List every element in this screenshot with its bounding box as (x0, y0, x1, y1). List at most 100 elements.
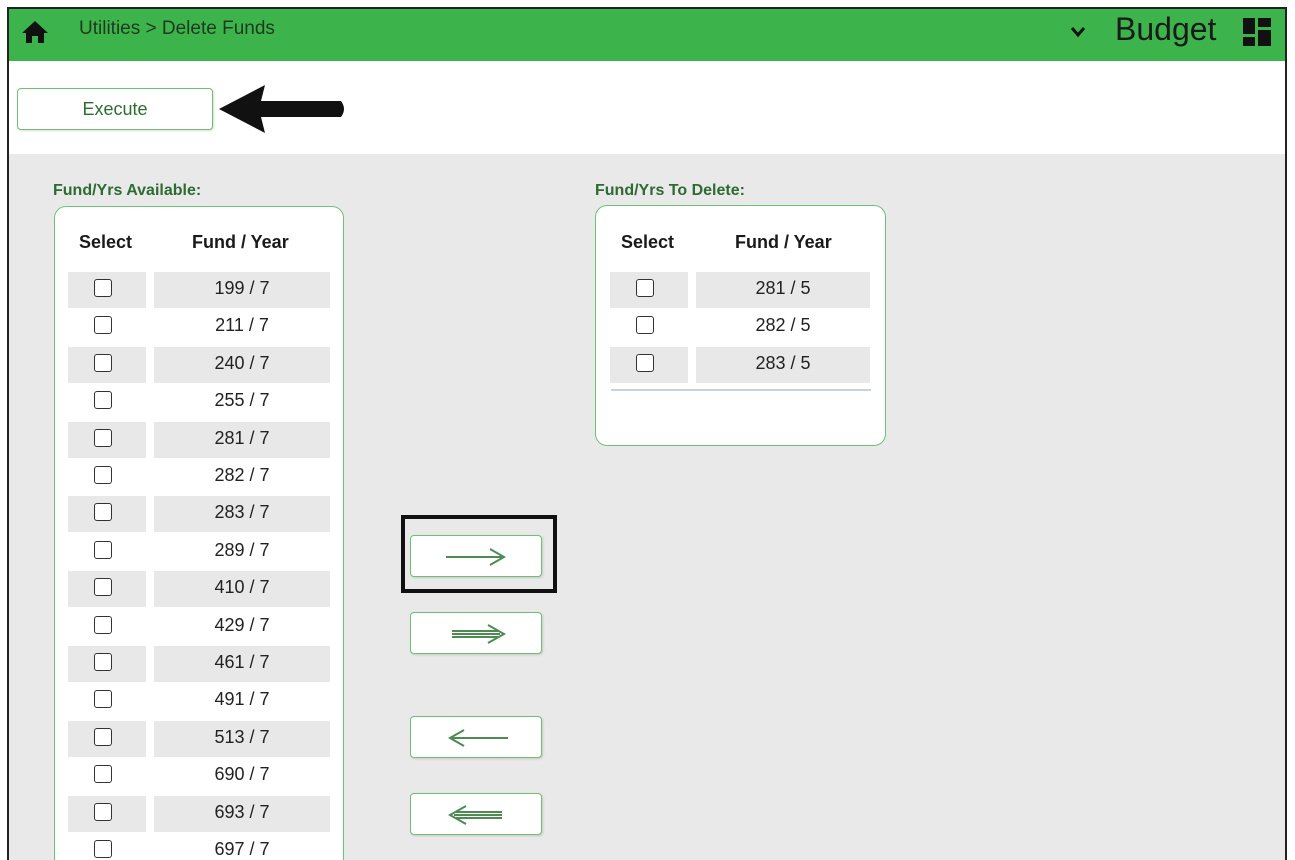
available-row: 690 / 7 (55, 758, 343, 794)
available-fund-cell: 255 / 7 (154, 384, 330, 420)
available-row: 693 / 7 (55, 795, 343, 832)
available-fund-cell: 491 / 7 (154, 683, 330, 719)
available-fund-year: 281 / 7 (214, 427, 270, 448)
available-fund-cell: 240 / 7 (154, 346, 330, 383)
available-row: 255 / 7 (55, 384, 343, 420)
available-row: 211 / 7 (55, 309, 343, 345)
available-select-cell (68, 833, 146, 860)
available-select-checkbox[interactable] (94, 727, 112, 746)
available-select-cell (68, 795, 146, 832)
available-fund-year: 211 / 7 (215, 315, 269, 336)
available-fund-year: 461 / 7 (214, 652, 270, 672)
available-row: 283 / 7 (55, 496, 343, 533)
available-fund-year: 429 / 7 (214, 614, 270, 635)
top-bar: Utilities > Delete Funds Budget (9, 9, 1285, 61)
available-row: 289 / 7 (55, 534, 343, 570)
available-fund-cell: 410 / 7 (154, 571, 330, 608)
available-label: Fund/Yrs Available: (53, 182, 202, 199)
to-delete-select-checkbox[interactable] (636, 316, 654, 335)
available-fund-year: 513 / 7 (214, 726, 270, 747)
available-select-checkbox[interactable] (94, 840, 112, 858)
available-select-checkbox[interactable] (94, 802, 112, 821)
available-fund-year: 289 / 7 (214, 539, 270, 560)
available-select-checkbox[interactable] (94, 503, 112, 522)
to-delete-select-cell (610, 309, 688, 345)
available-select-cell (68, 571, 146, 608)
available-select-checkbox[interactable] (94, 765, 112, 784)
to-delete-fund-cell: 281 / 5 (696, 272, 870, 308)
available-select-checkbox[interactable] (94, 615, 112, 634)
available-select-checkbox[interactable] (94, 690, 112, 709)
available-fund-cell: 281 / 7 (154, 421, 330, 458)
available-select-checkbox[interactable] (94, 391, 112, 410)
available-fund-cell: 697 / 7 (154, 833, 330, 860)
to-delete-fund-year: 283 / 5 (755, 352, 811, 373)
available-select-cell (68, 272, 146, 308)
available-fund-year: 240 / 7 (214, 352, 270, 373)
available-select-checkbox[interactable] (94, 578, 112, 597)
available-select-checkbox[interactable] (94, 316, 112, 335)
available-fund-cell: 199 / 7 (154, 272, 330, 308)
to-delete-fund-cell: 283 / 5 (696, 346, 870, 383)
to-delete-fund-cell: 282 / 5 (696, 309, 870, 345)
to-delete-row: 282 / 5 (596, 309, 885, 345)
to-delete-select-checkbox[interactable] (636, 353, 654, 372)
to-delete-panel: Select Fund / Year 281 / 5 282 / 5 283 / 5 (595, 205, 886, 446)
to-delete-select-cell (610, 346, 688, 383)
available-fund-cell: 513 / 7 (154, 720, 330, 757)
dashboard-grid-icon[interactable] (1242, 17, 1272, 47)
available-fund-year: 282 / 7 (214, 465, 270, 485)
available-fund-cell: 429 / 7 (154, 609, 330, 645)
available-select-checkbox[interactable] (94, 466, 112, 484)
available-row: 513 / 7 (55, 720, 343, 757)
available-fund-year: 491 / 7 (214, 689, 270, 710)
home-icon[interactable] (21, 20, 49, 44)
chevron-down-icon[interactable] (1069, 25, 1087, 39)
available-select-cell (68, 683, 146, 719)
breadcrumb: Utilities > Delete Funds (79, 18, 275, 39)
available-select-cell (68, 459, 146, 495)
available-select-cell (68, 421, 146, 458)
available-fund-year: 283 / 7 (214, 502, 270, 523)
to-delete-row: 281 / 5 (596, 272, 885, 308)
available-panel: Select Fund / Year 199 / 7 211 / 7 240 / 7… (54, 206, 344, 860)
to-delete-fund-year: 282 / 5 (755, 315, 811, 336)
available-select-cell (68, 758, 146, 794)
available-row: 697 / 7 (55, 833, 343, 860)
available-select-cell (68, 720, 146, 757)
to-delete-fund-header: Fund / Year (735, 232, 832, 252)
available-row: 461 / 7 (55, 646, 343, 682)
available-row: 429 / 7 (55, 609, 343, 645)
to-delete-row: 283 / 5 (596, 346, 885, 383)
available-select-cell (68, 609, 146, 645)
available-fund-year: 255 / 7 (214, 390, 270, 411)
available-fund-cell: 289 / 7 (154, 534, 330, 570)
move-all-left-button[interactable] (410, 793, 542, 835)
to-delete-select-checkbox[interactable] (636, 279, 654, 297)
move-all-right-button[interactable] (410, 612, 542, 654)
available-row: 240 / 7 (55, 346, 343, 383)
available-fund-year: 690 / 7 (214, 764, 270, 785)
to-delete-select-cell (610, 272, 688, 308)
arrow-left-icon (447, 729, 508, 747)
available-select-checkbox[interactable] (94, 540, 112, 559)
available-select-checkbox[interactable] (94, 353, 112, 372)
available-select-checkbox[interactable] (94, 428, 112, 447)
list-divider (611, 389, 871, 391)
available-select-cell (68, 309, 146, 345)
move-selected-right-button[interactable] (410, 535, 542, 577)
toolbar: Execute (9, 61, 1285, 154)
available-fund-year: 693 / 7 (214, 801, 270, 822)
available-select-cell (68, 496, 146, 533)
execute-button[interactable]: Execute (17, 88, 213, 130)
available-fund-header: Fund / Year (192, 232, 289, 252)
to-delete-label: Fund/Yrs To Delete: (595, 182, 745, 199)
available-fund-year: 410 / 7 (214, 577, 270, 598)
move-selected-left-button[interactable] (410, 716, 542, 758)
callout-arrow-icon (219, 85, 344, 133)
available-select-checkbox[interactable] (94, 653, 112, 671)
available-row: 491 / 7 (55, 683, 343, 719)
available-select-checkbox[interactable] (94, 279, 112, 297)
available-fund-year: 697 / 7 (214, 839, 270, 859)
double-arrow-left-icon (447, 805, 502, 825)
